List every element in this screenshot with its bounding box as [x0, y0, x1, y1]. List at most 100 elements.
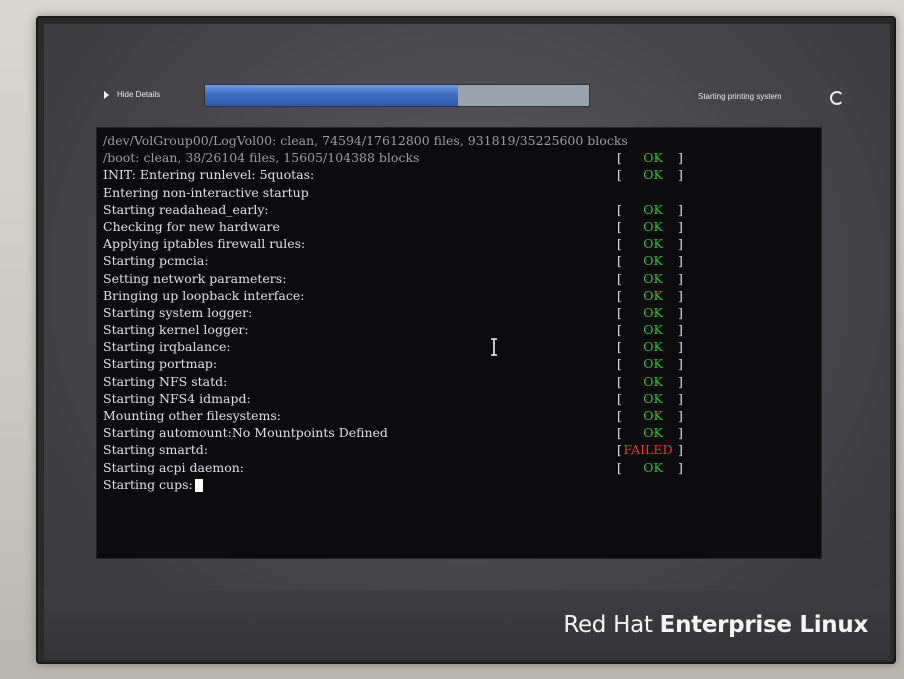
status-word: FAILED	[623, 442, 673, 458]
bracket-left: [	[617, 201, 622, 217]
status-word: OK	[643, 356, 663, 372]
console-line: Setting network parameters: [OK]	[103, 270, 817, 287]
console-line-text: Checking for new hardware	[103, 218, 280, 234]
status-word: OK	[643, 304, 663, 320]
monitor-bezel: Hide Details Starting printing system /d…	[36, 16, 896, 664]
status-word: OK	[643, 459, 663, 475]
console-line-text: Entering non-interactive startup	[103, 184, 309, 200]
bracket-left: [	[617, 253, 622, 269]
console-line: Starting pcmcia: [OK]	[103, 252, 817, 269]
status-word: OK	[643, 201, 663, 217]
console-line: Mounting other filesystems: [OK]	[103, 407, 817, 424]
boot-progress-bar	[204, 84, 590, 107]
brand-part1: Red Hat	[563, 612, 653, 638]
bracket-left: [	[617, 459, 622, 475]
console-output: /dev/VolGroup00/LogVol00: clean, 74594/1…	[96, 127, 822, 559]
console-line: /boot: clean, 38/26104 files, 15605/1043…	[103, 149, 817, 166]
brand-footer: Red Hat Enterprise Linux	[44, 590, 890, 660]
bracket-right: ]	[678, 253, 683, 269]
status-word: OK	[643, 425, 663, 441]
console-line-text: /dev/VolGroup00/LogVol00: clean, 74594/1…	[103, 133, 628, 148]
console-line: Starting irqbalance: [OK]	[103, 338, 817, 355]
console-line-text: Starting automount:No Mountpoints Define…	[103, 425, 388, 441]
console-line-text: Starting system logger:	[103, 304, 253, 320]
bracket-right: ]	[678, 287, 683, 303]
bracket-left: [	[617, 304, 622, 320]
status-word: OK	[643, 287, 663, 303]
bracket-right: ]	[678, 304, 683, 320]
status-word: OK	[643, 167, 663, 183]
console-line: Starting kernel logger: [ OK]	[103, 321, 817, 338]
bracket-right: ]	[678, 390, 683, 406]
console-line: Starting automount:No Mountpoints Define…	[103, 424, 817, 441]
bracket-right: ]	[678, 167, 683, 183]
boot-screen: Hide Details Starting printing system /d…	[44, 24, 890, 660]
status-word: OK	[643, 253, 663, 269]
console-line-text: INIT: Entering runlevel: 5quotas:	[103, 167, 315, 183]
bracket-left: [	[617, 425, 622, 441]
console-line: Starting portmap: [ OK]	[103, 355, 817, 372]
console-line: INIT: Entering runlevel: 5quotas: [ OK]	[103, 166, 817, 183]
console-line: /dev/VolGroup00/LogVol00: clean, 74594/1…	[103, 132, 817, 149]
hide-details-button[interactable]: Hide Details	[104, 90, 160, 99]
bracket-left: [	[617, 322, 622, 338]
boot-header: Hide Details Starting printing system	[44, 78, 890, 108]
status-word: OK	[643, 236, 663, 252]
bracket-left: [	[617, 167, 622, 183]
console-line: Starting cups:	[103, 476, 817, 493]
bracket-right: ]	[678, 150, 683, 166]
bracket-right: ]	[678, 356, 683, 372]
status-text: Starting printing system	[698, 92, 782, 101]
console-line-text: Starting readahead_early:	[103, 201, 269, 217]
console-line-text: /boot: clean, 38/26104 files, 15605/1043…	[103, 150, 420, 166]
console-line: Entering non-interactive startup	[103, 184, 817, 201]
status-word: OK	[643, 390, 663, 406]
brand-logo: Red Hat Enterprise Linux	[563, 612, 868, 638]
console-lines: /dev/VolGroup00/LogVol00: clean, 74594/1…	[103, 132, 817, 493]
bracket-right: ]	[678, 425, 683, 441]
console-line: Applying iptables firewall rules: [OK]	[103, 235, 817, 252]
bracket-left: [	[617, 270, 622, 286]
console-line: Starting NFS statd: [OK]	[103, 373, 817, 390]
console-line: Starting NFS4 idmapd: [ OK]	[103, 390, 817, 407]
console-line-text: Starting NFS statd:	[103, 373, 228, 389]
spinner-icon	[830, 91, 844, 105]
status-word: OK	[643, 339, 663, 355]
bracket-left: [	[617, 287, 622, 303]
photo-frame: Hide Details Starting printing system /d…	[0, 0, 904, 679]
bracket-right: ]	[678, 201, 683, 217]
triangle-right-icon	[104, 90, 109, 99]
hide-details-label: Hide Details	[117, 90, 161, 99]
bracket-right: ]	[678, 408, 683, 423]
console-line-text: Starting kernel logger:	[103, 322, 249, 338]
console-line: Bringing up loopback interface: [ OK]	[103, 287, 817, 304]
console-line-text: Applying iptables firewall rules:	[103, 236, 306, 252]
ibeam-cursor-icon	[491, 338, 497, 356]
bracket-left: [	[617, 373, 622, 389]
bracket-left: [	[617, 236, 622, 252]
status-word: OK	[643, 408, 663, 423]
bracket-left: [	[617, 150, 622, 166]
console-line-text: Setting network parameters:	[103, 270, 287, 286]
progress-fill	[205, 85, 459, 106]
bracket-right: ]	[678, 322, 683, 338]
bracket-left: [	[617, 339, 622, 355]
console-line: Starting readahead_early: [ OK]	[103, 201, 817, 218]
bracket-right: ]	[678, 218, 683, 234]
text-cursor	[195, 478, 203, 492]
console-line-text: Mounting other filesystems:	[103, 408, 281, 423]
console-line-text: Starting acpi daemon:	[103, 459, 244, 475]
status-word: OK	[643, 322, 663, 338]
console-line-text: Bringing up loopback interface:	[103, 287, 305, 303]
bracket-left: [	[617, 356, 622, 372]
console-line-text: Starting cups:	[103, 476, 193, 492]
bracket-right: ]	[678, 373, 683, 389]
bracket-left: [	[617, 390, 622, 406]
console-line-text: Starting NFS4 idmapd:	[103, 390, 251, 406]
console-line-text: Starting portmap:	[103, 356, 218, 372]
console-line-text: Starting smartd:	[103, 442, 208, 458]
bracket-right: ]	[678, 442, 683, 458]
console-line-text: Starting irqbalance:	[103, 339, 231, 355]
bracket-left: [	[617, 218, 622, 234]
console-line: Starting system logger: [ OK]	[103, 304, 817, 321]
